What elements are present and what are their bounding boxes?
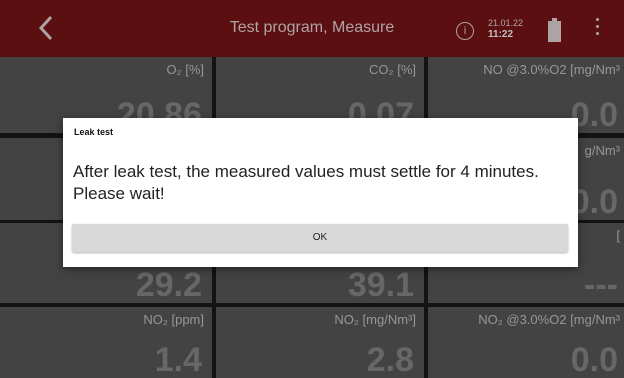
dialog-title: Leak test [74,127,114,137]
ok-button[interactable]: OK [72,224,568,252]
dialog-message: After leak test, the measured values mus… [73,162,539,203]
leak-test-dialog: Leak test After leak test, the measured … [63,118,578,267]
